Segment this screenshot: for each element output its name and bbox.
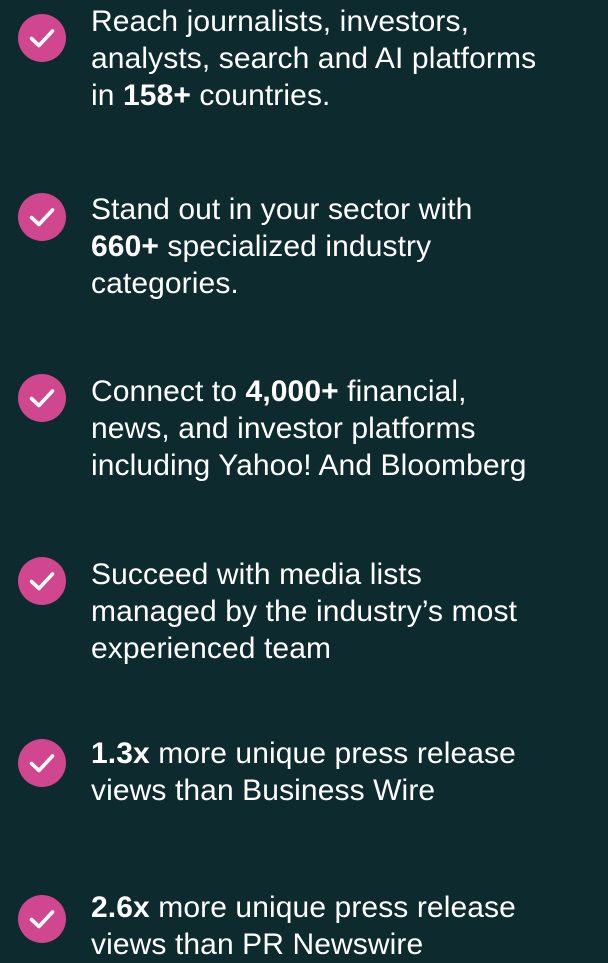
feature-text-segment: Connect to — [91, 375, 246, 408]
feature-stat: 660+ — [91, 230, 159, 263]
feature-text: 1.3x more unique press release views tha… — [91, 735, 596, 809]
feature-line: Reach journalists, investors, — [91, 5, 470, 38]
feature-text: 2.6x more unique press release views tha… — [91, 889, 596, 963]
feature-text-segment: more unique press release — [149, 737, 516, 770]
check-circle-icon — [18, 193, 66, 241]
feature-line: views than PR Newswire — [91, 928, 424, 961]
check-circle-icon — [18, 14, 66, 62]
feature-stat: 2.6x — [91, 891, 150, 924]
check-circle-icon — [18, 557, 66, 605]
feature-text: Stand out in your sector with 660+ speci… — [91, 191, 596, 302]
feature-line: 1.3x more unique press release — [91, 735, 596, 772]
feature-stat: 4,000+ — [245, 375, 339, 408]
feature-line: Connect to 4,000+ financial, — [91, 373, 596, 410]
feature-list: Reach journalists, investors, analysts, … — [0, 0, 608, 961]
feature-line: including Yahoo! And Bloomberg — [91, 449, 527, 482]
feature-text-segment: countries. — [190, 79, 331, 112]
feature-text-segment: more unique press release — [149, 891, 516, 924]
check-circle-icon — [18, 374, 66, 422]
feature-stat: 158+ — [123, 79, 191, 112]
feature-text: Connect to 4,000+ financial, news, and i… — [91, 373, 596, 484]
feature-line: analysts, search and AI platforms — [91, 42, 537, 75]
feature-line: views than Business Wire — [91, 774, 436, 807]
feature-line: Stand out in your sector with — [91, 193, 473, 226]
feature-line: 2.6x more unique press release — [91, 889, 596, 926]
feature-line: categories. — [91, 267, 239, 300]
feature-line: managed by the industry’s most — [91, 595, 518, 628]
check-circle-icon — [18, 739, 66, 787]
check-circle-icon — [18, 895, 66, 943]
feature-line: in 158+ countries. — [91, 77, 596, 114]
feature-text-segment: in — [91, 79, 123, 112]
feature-line: experienced team — [91, 632, 332, 665]
feature-stat: 1.3x — [91, 737, 150, 770]
feature-text: Reach journalists, investors, analysts, … — [91, 3, 596, 114]
feature-line: Succeed with media lists — [91, 558, 422, 591]
feature-text-segment: financial, — [338, 375, 467, 408]
feature-line: 660+ specialized industry — [91, 228, 596, 265]
feature-text-segment: specialized industry — [158, 230, 432, 263]
feature-line: news, and investor platforms — [91, 412, 476, 445]
feature-text: Succeed with media lists managed by the … — [91, 556, 596, 667]
